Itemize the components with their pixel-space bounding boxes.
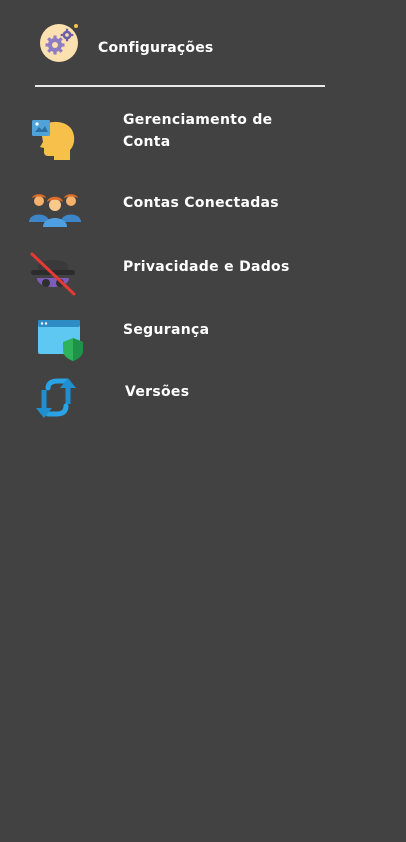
menu-item-privacy-data[interactable]: Privacidade e Dados xyxy=(28,252,328,296)
menu-item-connected-accounts[interactable]: Contas Conectadas xyxy=(28,190,328,230)
privacy-spy-icon xyxy=(30,252,76,296)
menu-item-account-management[interactable]: Gerenciamento de Conta xyxy=(28,112,328,166)
menu-item-label: Versões xyxy=(125,384,190,400)
menu-item-label: Contas Conectadas xyxy=(123,195,279,211)
settings-gears-icon xyxy=(40,24,78,62)
menu-item-security[interactable]: Segurança xyxy=(28,318,328,362)
sync-arrows-icon xyxy=(36,378,76,418)
menu-item-label: Segurança xyxy=(123,322,210,338)
menu-item-versions[interactable]: Versões xyxy=(28,376,328,420)
menu-item-label: Gerenciamento de Conta xyxy=(123,112,273,150)
menu-item-label: Privacidade e Dados xyxy=(123,259,290,275)
page-title: Configurações xyxy=(98,40,214,56)
connected-users-group-icon xyxy=(29,194,81,227)
settings-header: Configurações xyxy=(38,22,338,66)
account-profile-head-icon xyxy=(32,120,75,160)
header-divider xyxy=(35,85,325,87)
security-shield-window-icon xyxy=(38,320,83,361)
